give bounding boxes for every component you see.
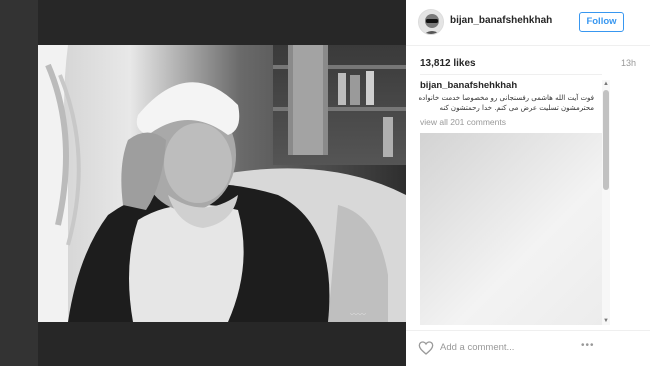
more-options-icon[interactable]: ••• [581,340,595,351]
add-comment-input[interactable]: Add a comment... [440,342,514,353]
comment-placeholder-area [420,133,604,325]
post-photo[interactable]: 〰〰 [38,45,406,322]
username-link[interactable]: bijan_banafshehkhah [450,15,552,26]
arrow-up-icon[interactable]: ▲ [602,80,610,88]
avatar-icon[interactable] [418,9,444,35]
post-sidebar: bijan_banafshehkhah Follow 13,812 likes … [406,0,650,366]
photo-image: 〰〰 [38,45,406,322]
divider [420,74,602,75]
left-gutter [0,0,38,366]
arrow-down-icon[interactable]: ▼ [602,317,610,325]
post-footer: Add a comment... ••• [406,330,650,366]
caption-username[interactable]: bijan_banafshehkhah [420,80,606,91]
heart-icon[interactable] [418,340,434,356]
comments-scrollbar[interactable]: ▲ ▼ [602,80,610,325]
likes-count[interactable]: 13,812 likes [420,58,476,69]
post-time[interactable]: 13h [621,58,636,68]
scroll-thumb[interactable] [603,90,609,190]
comments-section: bijan_banafshehkhah فوت آیت الله هاشمی ر… [416,80,606,325]
view-all-comments-link[interactable]: view all 201 comments [420,117,606,127]
follow-button[interactable]: Follow [579,12,624,32]
caption-text: فوت آیت الله هاشمی رفسنجانی رو مخصوصا خد… [418,94,594,112]
photo-frame: 〰〰 [38,0,406,366]
watermark: 〰〰 [350,310,366,319]
post-header: bijan_banafshehkhah Follow [406,0,650,46]
